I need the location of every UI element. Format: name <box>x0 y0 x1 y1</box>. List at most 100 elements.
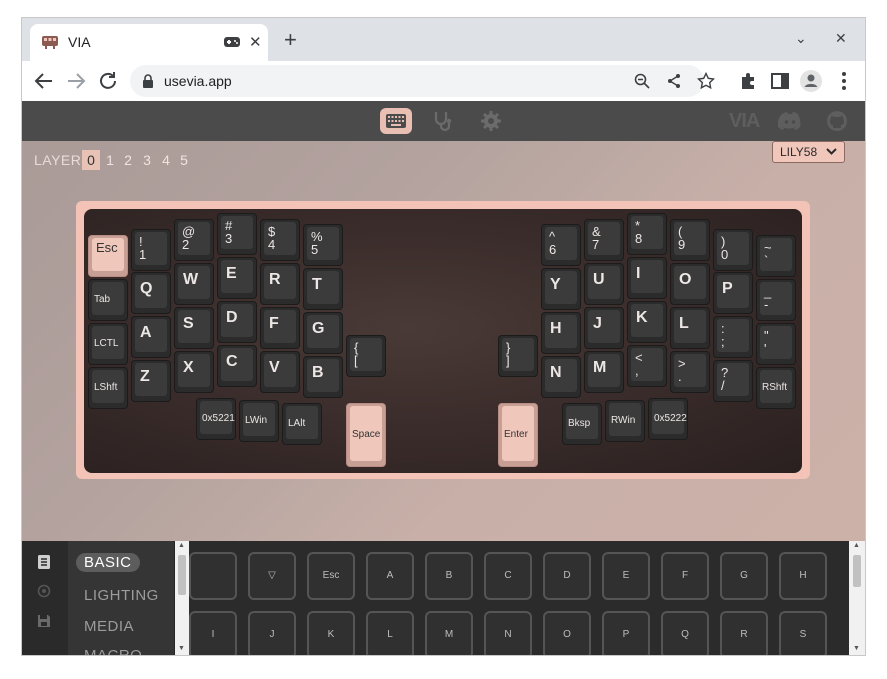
keycode-e[interactable]: E <box>602 552 650 600</box>
keycode-p[interactable]: P <box>602 611 650 655</box>
layer-button-5[interactable]: 5 <box>175 150 193 170</box>
key-i[interactable]: I <box>627 257 667 299</box>
keycode-m[interactable]: M <box>425 611 473 655</box>
keycode-transparent[interactable]: ▽ <box>248 552 296 600</box>
menu-item-lighting[interactable]: LIGHTING <box>84 587 159 604</box>
key-r[interactable]: R <box>260 263 300 305</box>
lock-icon[interactable] <box>142 74 154 88</box>
browser-tab[interactable]: VIA ✕ <box>30 24 268 61</box>
key-8[interactable]: * 8 <box>627 213 667 255</box>
back-icon[interactable] <box>32 69 56 93</box>
key-f[interactable]: F <box>260 307 300 349</box>
key-l[interactable]: L <box>670 307 710 349</box>
key-0[interactable]: ) 0 <box>713 229 753 271</box>
forward-icon[interactable] <box>64 69 88 93</box>
key-t[interactable]: T <box>303 268 343 310</box>
lighting-circle-icon[interactable] <box>37 584 51 598</box>
key-bksp[interactable]: Bksp <box>562 403 602 445</box>
menu-item-media[interactable]: MEDIA <box>84 618 134 635</box>
keycode-none[interactable] <box>189 552 237 600</box>
key-g[interactable]: G <box>303 312 343 354</box>
via-logo[interactable]: VIA <box>729 110 760 133</box>
key-e[interactable]: E <box>217 257 257 299</box>
layer-button-4[interactable]: 4 <box>157 150 175 170</box>
configure-tab[interactable] <box>380 108 412 134</box>
key-left-bracket[interactable]: { [ <box>346 335 386 377</box>
key-6[interactable]: ^ 6 <box>541 224 581 266</box>
menu-scrollbar-thumb[interactable] <box>178 555 186 595</box>
key-v[interactable]: V <box>260 351 300 393</box>
key-z[interactable]: Z <box>131 360 171 402</box>
key-b[interactable]: B <box>303 356 343 398</box>
key-rwin[interactable]: RWin <box>605 400 645 442</box>
key-a[interactable]: A <box>131 316 171 358</box>
key-c[interactable]: C <box>217 345 257 387</box>
keymap-doc-icon[interactable] <box>37 554 51 570</box>
keycode-r[interactable]: R <box>720 611 768 655</box>
keycode-d[interactable]: D <box>543 552 591 600</box>
address-bar[interactable]: usevia.app <box>130 65 715 97</box>
key-5[interactable]: % 5 <box>303 224 343 266</box>
key-macro-0x5221[interactable]: 0x5221 <box>196 398 236 440</box>
keycode-h[interactable]: H <box>779 552 827 600</box>
menu-item-basic[interactable]: BASIC <box>76 553 140 572</box>
key-lshift[interactable]: LShft <box>88 367 128 409</box>
key-tilde[interactable]: ~ ` <box>756 235 796 277</box>
key-y[interactable]: Y <box>541 268 581 310</box>
keycode-i[interactable]: I <box>189 611 237 655</box>
key-d[interactable]: D <box>217 301 257 343</box>
key-w[interactable]: W <box>174 263 214 305</box>
keycode-g[interactable]: G <box>720 552 768 600</box>
keycode-k[interactable]: K <box>307 611 355 655</box>
key-1[interactable]: ! 1 <box>131 229 171 271</box>
keycode-scrollbar[interactable]: ▲ ▼ <box>849 541 865 655</box>
key-minus[interactable]: _ - <box>756 279 796 321</box>
key-lctl[interactable]: LCTL <box>88 323 128 365</box>
keycode-c[interactable]: C <box>484 552 532 600</box>
extensions-icon[interactable] <box>736 69 760 93</box>
bookmark-star-icon[interactable] <box>697 72 715 90</box>
keycode-scrollbar-thumb[interactable] <box>853 555 861 587</box>
browser-menu-icon[interactable] <box>832 69 856 93</box>
tab-close-icon[interactable]: ✕ <box>249 33 262 51</box>
media-playing-icon[interactable] <box>224 36 240 48</box>
key-u[interactable]: U <box>584 263 624 305</box>
key-9[interactable]: ( 9 <box>670 219 710 261</box>
github-icon[interactable] <box>826 110 848 132</box>
keycode-l[interactable]: L <box>366 611 414 655</box>
keycode-q[interactable]: Q <box>661 611 709 655</box>
key-tab[interactable]: Tab <box>88 279 128 321</box>
window-close-icon[interactable]: ✕ <box>835 30 847 47</box>
new-tab-icon[interactable]: + <box>284 29 297 51</box>
keycode-esc[interactable]: Esc <box>307 552 355 600</box>
menu-scrollbar[interactable]: ▲ ▼ <box>175 541 189 655</box>
key-lwin[interactable]: LWin <box>239 400 279 442</box>
key-slash[interactable]: ? / <box>713 360 753 402</box>
tab-search-chevron-icon[interactable]: ⌄ <box>795 30 807 47</box>
key-esc[interactable]: Esc <box>88 235 128 277</box>
layer-button-0[interactable]: 0 <box>82 150 100 170</box>
zoom-out-icon[interactable] <box>634 73 650 89</box>
settings-gear-icon[interactable] <box>480 110 502 132</box>
profile-avatar-icon[interactable] <box>799 69 823 93</box>
keyboard-select[interactable]: LILY58 <box>772 141 845 163</box>
key-rshift[interactable]: RShft <box>756 367 796 409</box>
key-macro-0x5222[interactable]: 0x5222 <box>648 398 688 440</box>
keycode-n[interactable]: N <box>484 611 532 655</box>
layer-button-3[interactable]: 3 <box>138 150 156 170</box>
key-3[interactable]: # 3 <box>217 213 257 255</box>
key-comma[interactable]: < , <box>627 345 667 387</box>
layer-button-1[interactable]: 1 <box>101 150 119 170</box>
key-s[interactable]: S <box>174 307 214 349</box>
key-4[interactable]: $ 4 <box>260 219 300 261</box>
share-icon[interactable] <box>666 73 682 89</box>
key-space[interactable]: Space <box>346 403 386 467</box>
keycode-j[interactable]: J <box>248 611 296 655</box>
keycode-f[interactable]: F <box>661 552 709 600</box>
key-7[interactable]: & 7 <box>584 219 624 261</box>
keycode-o[interactable]: O <box>543 611 591 655</box>
key-enter[interactable]: Enter <box>498 403 538 467</box>
layer-button-2[interactable]: 2 <box>119 150 137 170</box>
reload-icon[interactable] <box>96 69 120 93</box>
key-2[interactable]: @ 2 <box>174 219 214 261</box>
